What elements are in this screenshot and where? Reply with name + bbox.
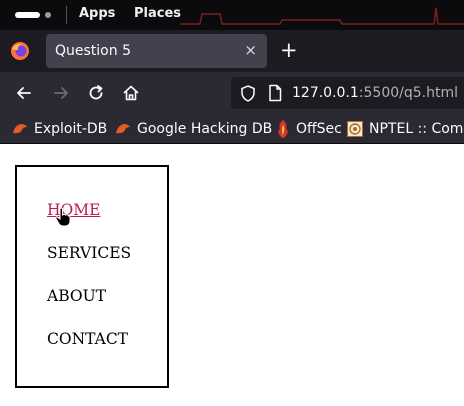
bookmark-exploit-db[interactable]: Exploit-DB <box>12 120 107 138</box>
nav-menu-box: HOME SERVICES ABOUT CONTACT <box>15 165 169 388</box>
bookmark-offsec[interactable]: OffSec <box>276 120 342 138</box>
address-bar[interactable]: 127.0.0.1:5500/q5.html <box>231 77 464 109</box>
reload-icon[interactable] <box>86 83 106 103</box>
hand-pointer-cursor-icon <box>55 207 71 227</box>
url-host: 127.0.0.1 <box>292 85 359 101</box>
system-monitor-graph <box>180 7 464 25</box>
offsec-icon <box>278 120 288 138</box>
url-text[interactable]: 127.0.0.1:5500/q5.html <box>292 85 458 101</box>
bookmark-label: Google Hacking DB <box>137 121 273 137</box>
tab-bar: Question 5 × + <box>0 30 464 72</box>
bookmark-nptel[interactable]: NPTEL :: Comp <box>347 120 464 138</box>
services-link[interactable]: SERVICES <box>47 244 131 262</box>
page-viewport: HOME SERVICES ABOUT CONTACT <box>0 144 464 406</box>
firefox-logo-icon[interactable] <box>10 41 30 61</box>
workspace-indicator[interactable] <box>15 12 51 18</box>
divider <box>66 6 67 24</box>
tracking-protection-shield-icon[interactable] <box>240 85 256 102</box>
nptel-icon <box>347 121 363 137</box>
new-tab-icon[interactable]: + <box>280 36 298 64</box>
bookmark-google-hacking-db[interactable]: Google Hacking DB <box>115 120 272 138</box>
home-icon[interactable] <box>121 83 141 103</box>
workspace-dot[interactable] <box>45 12 51 18</box>
workspace-active-dot[interactable] <box>15 12 40 18</box>
ghdb-icon <box>116 124 130 134</box>
page-info-icon[interactable] <box>268 84 282 102</box>
navigation-toolbar: 127.0.0.1:5500/q5.html <box>0 72 464 114</box>
close-tab-icon[interactable]: × <box>244 41 257 59</box>
contact-link[interactable]: CONTACT <box>47 330 128 348</box>
bookmark-label: NPTEL :: Comp <box>369 121 464 137</box>
os-top-bar: Apps Places <box>0 0 464 30</box>
tab-question-5[interactable]: Question 5 × <box>46 34 267 68</box>
url-path: :5500/q5.html <box>358 85 458 101</box>
about-link[interactable]: ABOUT <box>47 287 106 305</box>
tab-title: Question 5 <box>55 43 131 59</box>
back-arrow-icon[interactable] <box>14 83 34 103</box>
forward-arrow-icon[interactable] <box>51 83 71 103</box>
apps-menu[interactable]: Apps <box>79 6 115 21</box>
bookmark-label: Exploit-DB <box>34 121 108 137</box>
bookmark-label: OffSec <box>296 121 342 137</box>
exploit-db-icon <box>13 124 27 134</box>
bookmarks-toolbar: Exploit-DB Google Hacking DB OffSec NPTE… <box>0 114 464 144</box>
places-menu[interactable]: Places <box>134 6 181 21</box>
